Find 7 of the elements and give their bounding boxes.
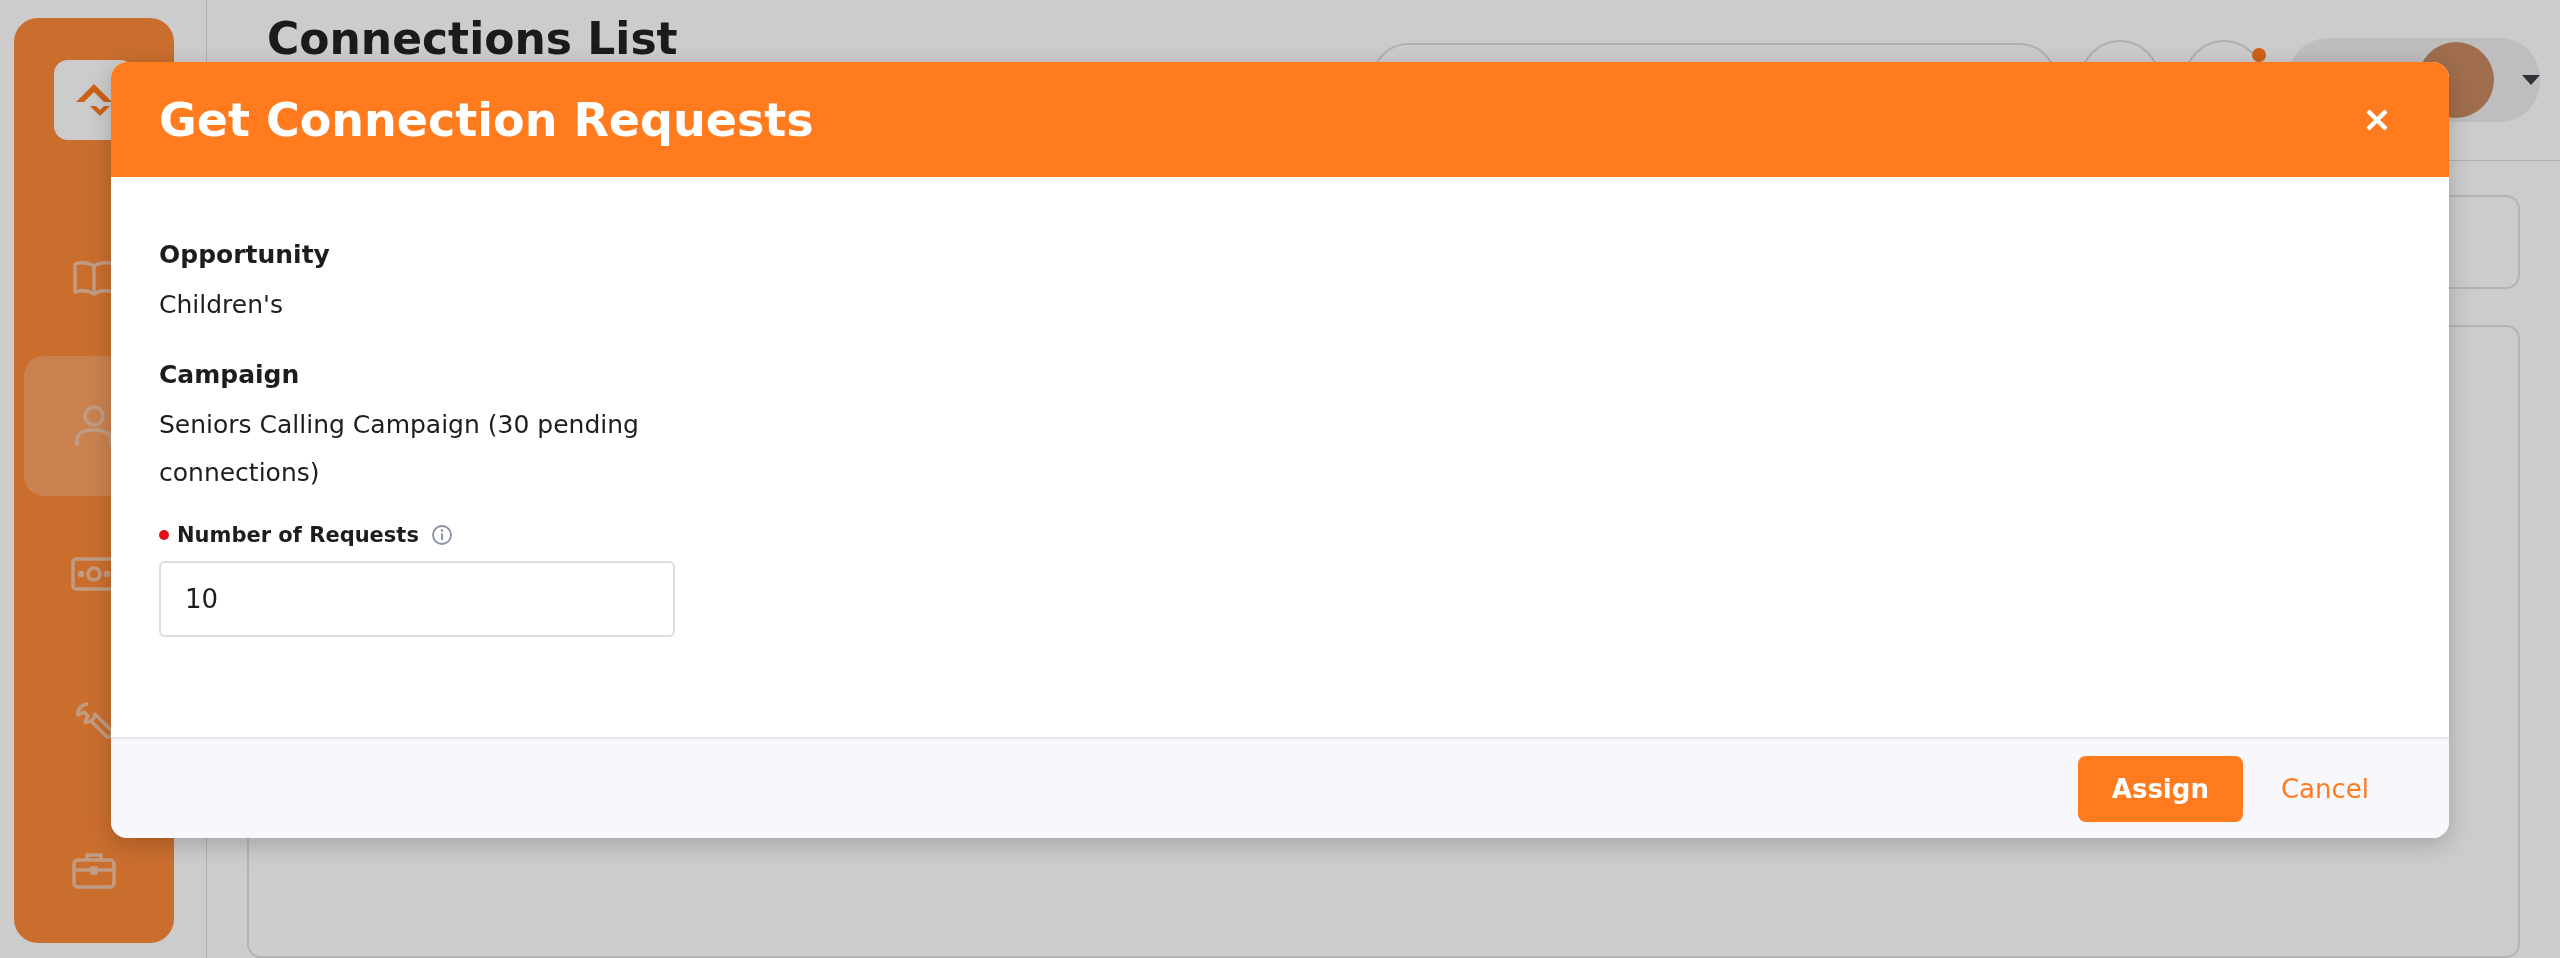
field-value: Children's — [159, 289, 284, 321]
modal-title: Get Connection Requests — [159, 92, 814, 147]
field-label: Opportunity — [159, 239, 331, 271]
page-title: Connections List — [267, 12, 678, 64]
field-label: Campaign — [159, 359, 301, 391]
field-label: Number of Requests — [177, 523, 419, 547]
field-value: Seniors Calling Campaign (30 pending connections) — [159, 409, 640, 489]
